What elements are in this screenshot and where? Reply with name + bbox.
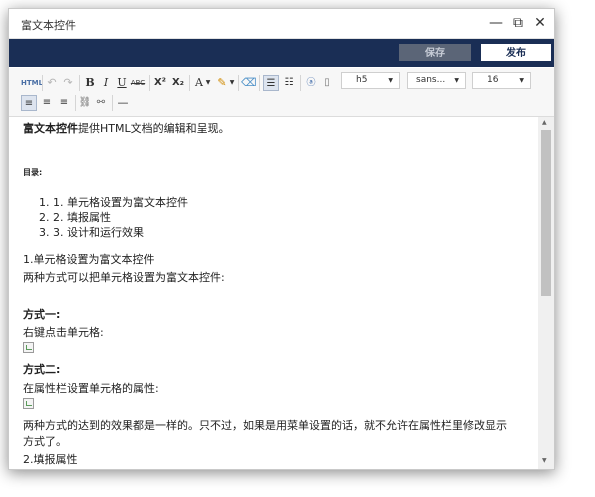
section-1-title: 1.单元格设置为富文本控件 [23, 253, 155, 266]
summary-text: 两种方式的达到的效果都是一样的。只不过，如果是用菜单设置的话，就不允许在属性栏里… [23, 419, 507, 432]
toc-item: 2. 2. 填报属性 [39, 211, 111, 224]
toc-item: 3. 3. 设计和运行效果 [39, 226, 144, 239]
minimize-icon[interactable]: — [487, 13, 505, 33]
strikethrough-button[interactable]: ABC [130, 75, 146, 91]
align-center-icon[interactable]: ≡ [39, 95, 55, 111]
blank-page-icon[interactable]: ▯ [320, 75, 334, 91]
publish-button[interactable]: 发布 [481, 44, 551, 61]
method-2-title: 方式二: [23, 363, 61, 376]
section-2-title: 2.填报属性 [23, 453, 78, 466]
scroll-up-icon[interactable]: ▲ [542, 119, 547, 126]
method-1-title: 方式一: [23, 308, 61, 321]
toolbar-divider [75, 95, 76, 111]
unordered-list-icon[interactable]: ☷ [281, 75, 297, 91]
link-icon[interactable]: ⛓ [78, 95, 92, 111]
font-size-value: 16 [487, 75, 499, 85]
editor-content[interactable]: 富文本控件提供HTML文档的编辑和呈现。 目录: 1. 1. 单元格设置为富文本… [9, 117, 538, 469]
font-color-button[interactable]: A [193, 75, 205, 91]
intro-paragraph: 富文本控件提供HTML文档的编辑和呈现。 [23, 120, 230, 136]
dialog-title: 富文本控件 [21, 19, 76, 32]
align-right-icon[interactable]: ≡ [56, 95, 72, 111]
method-2-description: 在属性栏设置单元格的属性: [23, 382, 159, 395]
scroll-down-icon[interactable]: ▼ [542, 457, 547, 464]
intro-text: 提供HTML文档的编辑和呈现。 [78, 122, 230, 135]
superscript-button[interactable]: X² [152, 75, 168, 91]
section-1-description: 两种方式可以把单元格设置为富文本控件: [23, 271, 225, 284]
dialog-titlebar: 富文本控件 — ⧉ ✕ [9, 9, 554, 39]
toolbar-divider [79, 75, 80, 91]
unlink-icon[interactable]: ⚯ [94, 95, 108, 111]
intro-bold-text: 富文本控件 [23, 122, 78, 135]
chevron-down-icon[interactable]: ▼ [205, 75, 211, 91]
vertical-scrollbar[interactable]: ▲ ▼ [538, 117, 554, 469]
toolbar-divider [259, 75, 260, 91]
rich-text-dialog: 富文本控件 — ⧉ ✕ 保存 发布 HTML ↶ ↷ B I U ABC X² … [8, 8, 555, 470]
toc-item-text: 1. 单元格设置为富文本控件 [53, 196, 188, 209]
toolbar-divider [189, 75, 190, 91]
chevron-down-icon: ▼ [388, 77, 393, 84]
summary-text-continued: 方式了。 [23, 435, 67, 448]
bold-button[interactable]: B [83, 75, 97, 91]
italic-button[interactable]: I [99, 75, 113, 91]
chevron-down-icon[interactable]: ▼ [229, 75, 235, 91]
eraser-icon[interactable]: ⌫ [241, 75, 257, 91]
paragraph-format-select[interactable]: h5 ▼ [341, 72, 400, 89]
anchor-icon[interactable]: ⓐ [304, 75, 318, 91]
scrollbar-thumb[interactable] [541, 130, 551, 296]
horizontal-rule-icon[interactable]: — [116, 95, 130, 111]
subscript-button[interactable]: X₂ [170, 75, 186, 91]
editor-toolbar: HTML ↶ ↷ B I U ABC X² X₂ A ▼ ✎ ▼ ⌫ ☰ ☷ ⓐ… [9, 68, 554, 117]
toolbar-divider [112, 95, 113, 111]
broken-image-icon [23, 398, 34, 409]
toolbar-divider [149, 75, 150, 91]
undo-icon[interactable]: ↶ [45, 75, 59, 91]
ordered-list-icon[interactable]: ☰ [263, 75, 279, 91]
maximize-icon[interactable]: ⧉ [509, 13, 527, 33]
toolbar-divider [42, 75, 43, 91]
chevron-down-icon: ▼ [519, 77, 524, 84]
action-bar: 保存 发布 [9, 39, 554, 67]
underline-button[interactable]: U [115, 75, 129, 91]
font-size-select[interactable]: 16 ▼ [472, 72, 531, 89]
broken-image-icon [23, 342, 34, 353]
toolbar-divider [238, 75, 239, 91]
method-1-description: 右键点击单元格: [23, 326, 104, 339]
align-left-icon[interactable]: ≡ [21, 95, 37, 111]
toc-item-text: 3. 设计和运行效果 [53, 226, 144, 239]
save-button[interactable]: 保存 [399, 44, 471, 61]
close-icon[interactable]: ✕ [531, 13, 549, 33]
font-family-value: sans... [416, 75, 446, 85]
toc-heading: 目录: [23, 168, 43, 177]
font-family-select[interactable]: sans... ▼ [407, 72, 466, 89]
toc-item: 1. 1. 单元格设置为富文本控件 [39, 196, 188, 209]
toc-item-text: 2. 填报属性 [53, 211, 111, 224]
html-view-button[interactable]: HTML [21, 75, 43, 91]
chevron-down-icon: ▼ [454, 77, 459, 84]
toolbar-divider [300, 75, 301, 91]
paragraph-format-value: h5 [356, 75, 368, 85]
highlight-color-icon[interactable]: ✎ [215, 75, 229, 91]
redo-icon[interactable]: ↷ [61, 75, 75, 91]
